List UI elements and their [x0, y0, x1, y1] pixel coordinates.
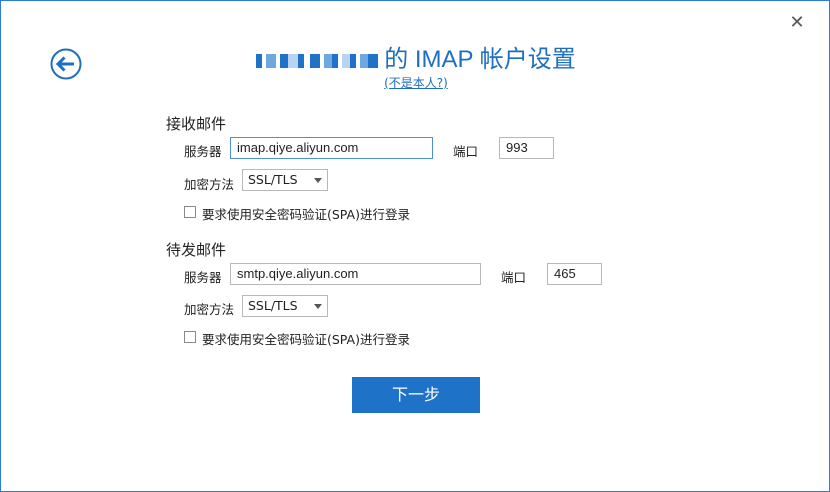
outgoing-encryption-label: 加密方法	[184, 302, 235, 317]
outgoing-server-input[interactable]: smtp.qiye.aliyun.com	[230, 263, 481, 285]
outgoing-encryption-value: SSL/TLS	[248, 298, 298, 313]
incoming-server-label: 服务器	[184, 144, 222, 159]
chevron-down-icon	[314, 304, 322, 309]
outgoing-section-title: 待发邮件	[166, 241, 227, 259]
title-text: 的 IMAP 帐户设置	[384, 46, 576, 73]
incoming-port-input[interactable]: 993	[499, 137, 554, 159]
incoming-server-input[interactable]: imap.qiye.aliyun.com	[230, 137, 433, 159]
redacted-account-name	[256, 47, 379, 75]
close-icon[interactable]: ✕	[789, 14, 805, 32]
outgoing-spa-label: 要求使用安全密码验证(SPA)进行登录	[202, 332, 410, 347]
incoming-spa-label: 要求使用安全密码验证(SPA)进行登录	[202, 207, 410, 222]
incoming-encryption-select[interactable]: SSL/TLS	[242, 169, 328, 191]
incoming-section-title: 接收邮件	[166, 115, 227, 133]
imap-settings-dialog: ✕ 的 IMAP 帐户设置 (不是本人?) 接收邮件 服务器 imap.qiye…	[0, 0, 830, 492]
outgoing-port-input[interactable]: 465	[547, 263, 602, 285]
outgoing-server-label: 服务器	[184, 270, 222, 285]
next-button[interactable]: 下一步	[352, 377, 480, 413]
not-me-link[interactable]: (不是本人?)	[1, 74, 830, 91]
incoming-encryption-label: 加密方法	[184, 177, 235, 192]
outgoing-port-label: 端口	[501, 270, 527, 285]
incoming-port-label: 端口	[453, 144, 479, 159]
chevron-down-icon	[314, 178, 322, 183]
incoming-encryption-value: SSL/TLS	[248, 172, 298, 187]
outgoing-encryption-select[interactable]: SSL/TLS	[242, 295, 328, 317]
outgoing-spa-checkbox[interactable]	[184, 331, 196, 343]
incoming-spa-checkbox[interactable]	[184, 206, 196, 218]
page-title: 的 IMAP 帐户设置	[1, 39, 830, 75]
